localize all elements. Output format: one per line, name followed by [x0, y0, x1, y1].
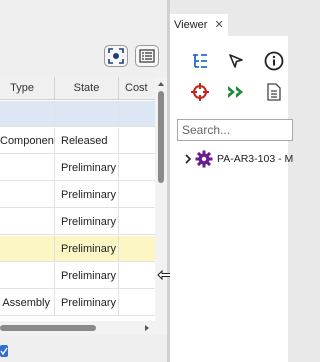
type-cell — [0, 182, 55, 208]
chevron-right-icon[interactable] — [184, 154, 192, 164]
table-row[interactable]: Component Released — [0, 128, 155, 154]
state-cell — [55, 101, 119, 127]
checkmark-icon — [0, 347, 8, 356]
state-cell: Preliminary — [55, 182, 119, 208]
target-icon — [191, 83, 209, 101]
pointer-button[interactable] — [224, 49, 248, 73]
type-cell — [0, 155, 55, 181]
column-header-type[interactable]: Type — [0, 77, 55, 100]
table-row[interactable] — [0, 101, 155, 127]
viewer-tab[interactable]: Viewer ✕ — [170, 14, 228, 36]
list-view-icon — [139, 49, 155, 63]
document-icon — [267, 83, 281, 101]
horizontal-scrollbar[interactable] — [0, 321, 155, 335]
type-cell — [0, 236, 55, 262]
info-button[interactable] — [262, 49, 286, 73]
type-cell: Assembly — [0, 290, 55, 316]
column-header-cost[interactable]: Cost — [119, 77, 155, 100]
document-button[interactable] — [262, 80, 286, 104]
table-row[interactable]: Preliminary — [0, 236, 155, 262]
forward-button[interactable] — [224, 80, 248, 104]
focus-button[interactable] — [104, 45, 128, 67]
scroll-right-arrow-icon[interactable] — [142, 322, 152, 334]
viewer-panel: Viewer ✕ Search... PA-AR3-103 - M — [170, 0, 293, 362]
target-button[interactable] — [188, 80, 212, 104]
tree-view-button[interactable] — [188, 49, 212, 73]
tree-view-icon — [193, 54, 207, 68]
column-header-state[interactable]: State — [55, 77, 119, 100]
left-panel: Type State Cost Component Released Preli… — [0, 0, 168, 362]
state-cell: Preliminary — [55, 155, 119, 181]
gear-icon — [195, 150, 213, 168]
pointer-icon — [229, 54, 243, 68]
state-cell: Preliminary — [55, 209, 119, 235]
state-cell: Preliminary — [55, 263, 119, 289]
tree-item[interactable]: PA-AR3-103 - M — [170, 145, 293, 173]
table-header: Type State Cost — [0, 77, 155, 100]
data-table: Type State Cost Component Released Preli… — [0, 77, 155, 321]
info-icon — [264, 51, 284, 71]
horizontal-scroll-thumb[interactable] — [0, 325, 96, 331]
focus-icon — [108, 48, 124, 64]
state-cell: Preliminary — [55, 290, 119, 316]
table-row[interactable]: Preliminary — [0, 155, 155, 181]
table-row[interactable]: Assembly Preliminary — [0, 290, 155, 316]
table-row[interactable]: Preliminary — [0, 182, 155, 208]
tree-item-label: PA-AR3-103 - M — [217, 153, 294, 165]
search-input[interactable]: Search... — [177, 119, 293, 141]
list-view-button[interactable] — [135, 45, 159, 67]
type-cell — [0, 101, 55, 127]
type-cell — [0, 263, 55, 289]
type-cell — [0, 209, 55, 235]
vertical-scrollbar[interactable] — [155, 77, 167, 335]
scroll-up-arrow-icon[interactable] — [155, 79, 167, 89]
state-cell: Preliminary — [55, 236, 119, 262]
close-icon[interactable]: ✕ — [215, 19, 224, 31]
state-cell: Released — [55, 128, 119, 154]
type-cell: Component — [0, 128, 55, 154]
table-row[interactable]: Preliminary — [0, 209, 155, 235]
viewer-tab-bar: Viewer ✕ — [170, 0, 288, 36]
table-row[interactable]: Preliminary — [0, 263, 155, 289]
vertical-scroll-thumb[interactable] — [158, 91, 164, 183]
viewer-tab-label: Viewer — [174, 19, 208, 31]
checkbox[interactable] — [0, 345, 8, 357]
forward-icon — [228, 86, 243, 98]
